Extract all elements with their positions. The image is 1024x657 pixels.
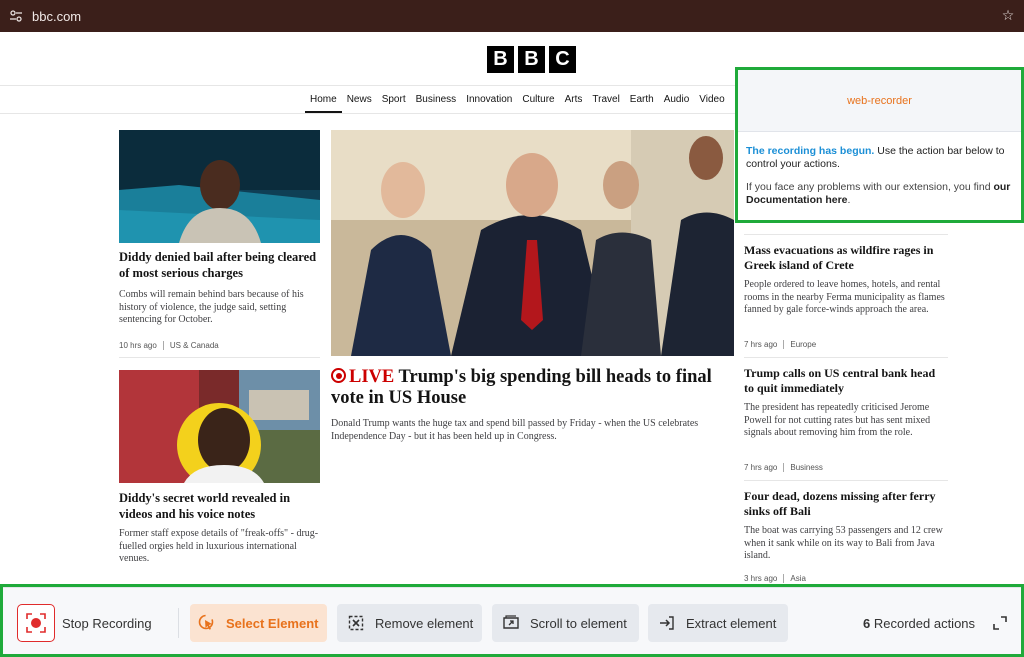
- remove-element-label: Remove element: [375, 615, 474, 631]
- divider: [178, 608, 179, 638]
- nav-innovation[interactable]: Innovation: [461, 86, 517, 113]
- article-summary: Former staff expose details of "freak-of…: [119, 528, 319, 564]
- article-meta: 10 hrs ago US & Canada: [119, 341, 219, 350]
- scroll-to-element-label: Scroll to element: [530, 615, 627, 631]
- article-summary: Combs will remain behind bars because of…: [119, 289, 304, 325]
- nav-earth[interactable]: Earth: [625, 86, 659, 113]
- recorder-status: The recording has begun.: [746, 145, 875, 157]
- extract-arrow-icon: [658, 614, 676, 632]
- help-end: .: [847, 194, 851, 206]
- meta-separator: [783, 463, 785, 472]
- extract-element-label: Extract element: [686, 615, 777, 631]
- main-headline[interactable]: LIVE Trump's big spending bill heads to …: [331, 367, 731, 409]
- article-meta: 3 hrs ago Asia: [744, 574, 806, 583]
- article-tag[interactable]: Europe: [790, 340, 816, 349]
- trump-house-photo[interactable]: [331, 130, 734, 356]
- logo-letter: C: [549, 46, 576, 73]
- cursor-select-icon: [198, 614, 216, 632]
- nav-culture[interactable]: Culture: [517, 86, 559, 113]
- article-headline[interactable]: Diddy denied bail after being cleared of…: [119, 250, 319, 281]
- article-headline[interactable]: Mass evacuations as wildfire rages in Gr…: [744, 243, 948, 273]
- nav-sport[interactable]: Sport: [377, 86, 411, 113]
- nav-arts[interactable]: Arts: [560, 86, 588, 113]
- article-tag[interactable]: US & Canada: [170, 341, 219, 350]
- extract-element-button[interactable]: Extract element: [648, 604, 788, 642]
- divider: [744, 357, 948, 358]
- article-summary: Donald Trump wants the huge tax and spen…: [331, 418, 699, 442]
- remove-box-icon: [347, 614, 365, 632]
- article-meta: 7 hrs ago Europe: [744, 340, 816, 349]
- live-icon: [331, 368, 346, 383]
- recorder-message: The recording has begun. Use the action …: [746, 145, 1018, 171]
- web-recorder-panel: web-recorder The recording has begun. Us…: [735, 67, 1024, 223]
- nav-news[interactable]: News: [342, 86, 377, 113]
- main-nav: Home News Sport Business Innovation Cult…: [305, 86, 730, 113]
- bookmark-star-icon[interactable]: ☆: [1000, 7, 1016, 23]
- site-settings-icon[interactable]: [8, 8, 24, 24]
- article-time: 3 hrs ago: [744, 574, 778, 583]
- logo-letter: B: [487, 46, 514, 73]
- article-headline[interactable]: Diddy's secret world revealed in videos …: [119, 491, 319, 522]
- article-time: 7 hrs ago: [744, 340, 778, 349]
- live-label: LIVE: [349, 367, 395, 387]
- nav-audio[interactable]: Audio: [659, 86, 695, 113]
- select-element-button[interactable]: Select Element: [190, 604, 327, 642]
- nav-business[interactable]: Business: [411, 86, 462, 113]
- address-bar[interactable]: bbc.com: [32, 9, 81, 24]
- article-time: 7 hrs ago: [744, 463, 778, 472]
- help-text: If you face any problems with our extens…: [746, 181, 994, 193]
- stop-recording-label[interactable]: Stop Recording: [62, 616, 152, 631]
- article-summary: The president has repeatedly criticised …: [744, 402, 931, 438]
- recorder-title: web-recorder: [738, 70, 1021, 132]
- logo-letter: B: [518, 46, 545, 73]
- article-summary: The boat was carrying 53 passengers and …: [744, 525, 943, 561]
- recorded-actions-count[interactable]: 6 Recorded actions: [863, 616, 975, 631]
- article-tag[interactable]: Asia: [790, 574, 806, 583]
- action-bar-inner: Stop Recording Select Element Remove ele…: [3, 587, 1021, 654]
- diddy-collage-photo[interactable]: [119, 370, 320, 483]
- select-element-label: Select Element: [226, 615, 319, 631]
- browser-toolbar: bbc.com ☆: [0, 0, 1024, 32]
- recorded-count: 6: [863, 616, 871, 631]
- scroll-to-element-button[interactable]: Scroll to element: [492, 604, 639, 642]
- article-meta: 7 hrs ago Business: [744, 463, 823, 472]
- diddy-photo[interactable]: [119, 130, 320, 243]
- divider: [744, 234, 948, 235]
- scroll-icon: [502, 614, 520, 632]
- article-summary: People ordered to leave homes, hotels, a…: [744, 279, 945, 315]
- meta-separator: [162, 341, 164, 350]
- bbc-logo[interactable]: B B C: [487, 46, 576, 73]
- article-tag[interactable]: Business: [790, 463, 822, 472]
- nav-home[interactable]: Home: [305, 86, 342, 113]
- article-headline[interactable]: Trump calls on US central bank head to q…: [744, 366, 948, 396]
- article-headline[interactable]: Four dead, dozens missing after ferry si…: [744, 489, 948, 519]
- recorder-help: If you face any problems with our extens…: [746, 181, 1021, 207]
- recorded-count-label: Recorded actions: [873, 616, 976, 631]
- nav-video[interactable]: Video: [694, 86, 729, 113]
- expand-icon[interactable]: [993, 616, 1007, 630]
- stop-recording-button[interactable]: [17, 604, 55, 642]
- nav-travel[interactable]: Travel: [587, 86, 624, 113]
- divider: [119, 357, 320, 358]
- divider: [744, 480, 948, 481]
- record-icon: [26, 613, 46, 633]
- recorder-action-bar: Stop Recording Select Element Remove ele…: [0, 584, 1024, 657]
- meta-separator: [783, 340, 785, 349]
- meta-separator: [783, 574, 785, 583]
- remove-element-button[interactable]: Remove element: [337, 604, 482, 642]
- article-time: 10 hrs ago: [119, 341, 157, 350]
